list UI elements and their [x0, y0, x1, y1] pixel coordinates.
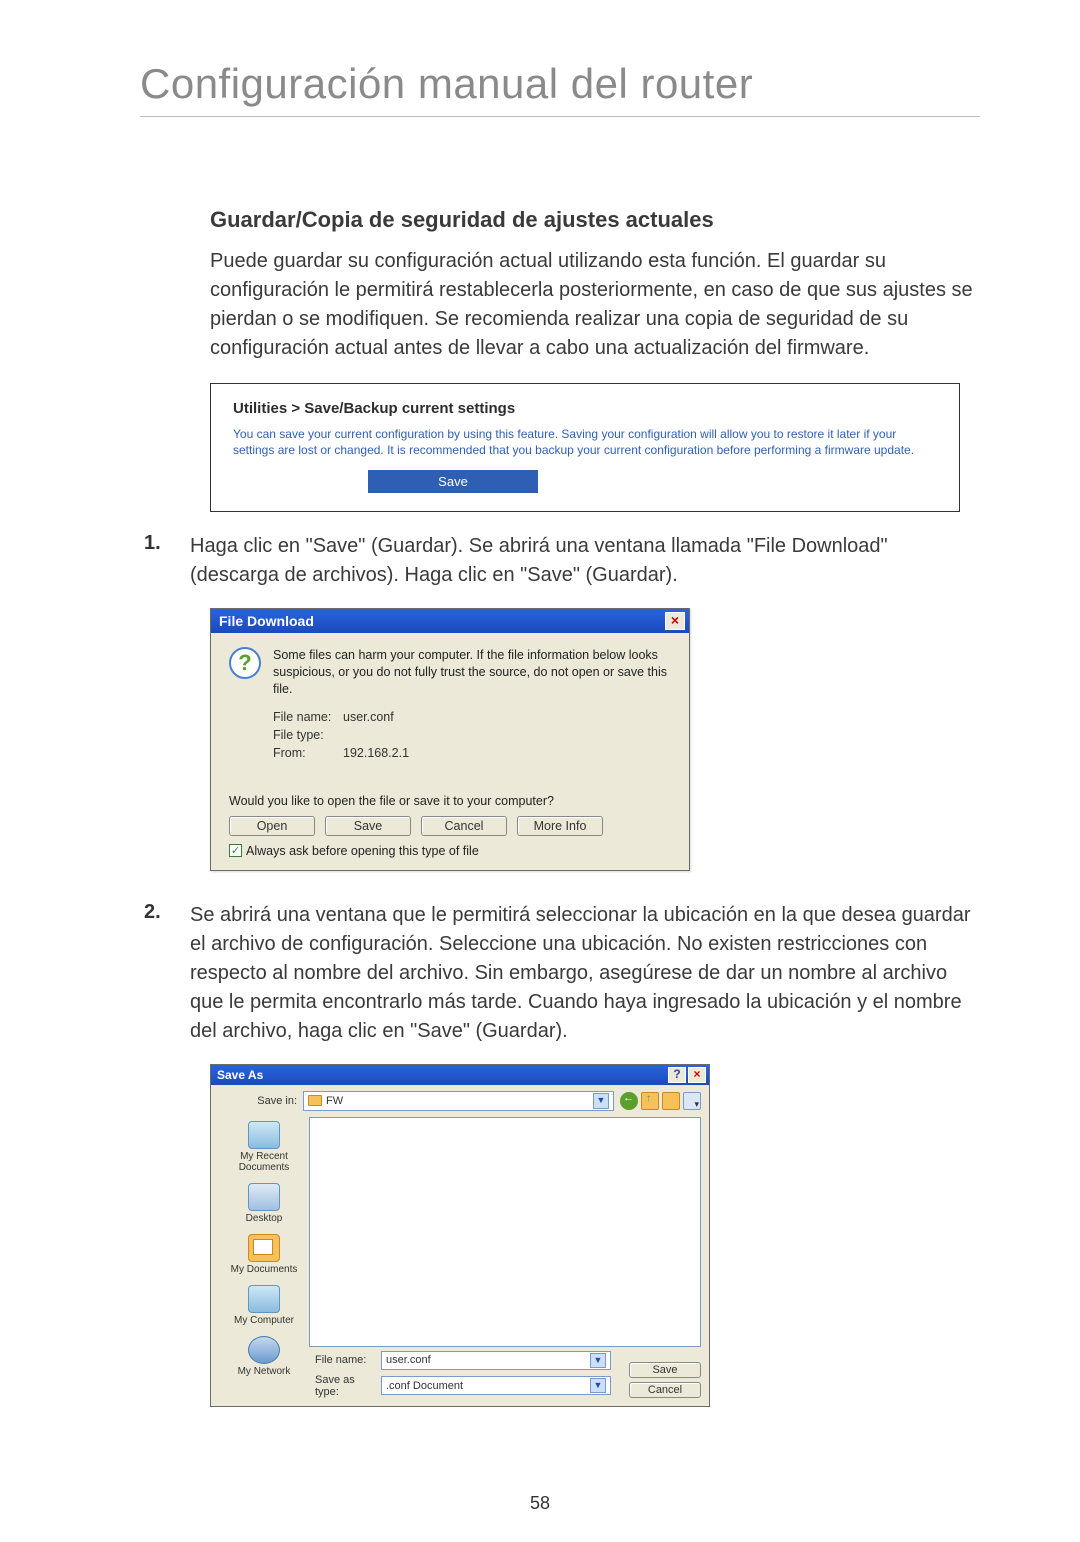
- saveas-type-label: Save as type:: [315, 1374, 377, 1398]
- step-number: 1.: [140, 532, 190, 590]
- cancel-button[interactable]: Cancel: [421, 816, 507, 836]
- page-title: Configuración manual del router: [140, 60, 980, 117]
- more-info-button[interactable]: More Info: [517, 816, 603, 836]
- filename-input[interactable]: user.conf ▼: [381, 1351, 611, 1370]
- places-mynet[interactable]: My Network: [219, 1336, 309, 1377]
- chevron-down-icon[interactable]: ▼: [593, 1093, 609, 1109]
- chevron-down-icon[interactable]: ▼: [590, 1378, 606, 1393]
- breadcrumb: Utilities > Save/Backup current settings: [233, 400, 937, 417]
- help-icon[interactable]: ?: [668, 1067, 686, 1083]
- from-value: 192.168.2.1: [343, 746, 409, 760]
- dialog-titlebar: Save As ? ×: [211, 1065, 709, 1085]
- savein-label: Save in:: [219, 1095, 297, 1107]
- cancel-button[interactable]: Cancel: [629, 1382, 701, 1398]
- dialog-title: File Download: [219, 613, 314, 629]
- close-icon[interactable]: ×: [665, 612, 685, 630]
- save-as-dialog: Save As ? × Save in: FW ▼: [210, 1064, 710, 1407]
- open-button[interactable]: Open: [229, 816, 315, 836]
- filename-label: File name:: [273, 710, 343, 724]
- panel-description: You can save your current configuration …: [233, 427, 937, 458]
- step-1: 1. Haga clic en "Save" (Guardar). Se abr…: [140, 532, 980, 590]
- save-button[interactable]: Save: [368, 470, 538, 493]
- file-download-dialog: File Download × ? Some files can harm yo…: [210, 608, 690, 871]
- from-label: From:: [273, 746, 343, 760]
- my-documents-icon: [248, 1234, 280, 1262]
- up-one-level-icon[interactable]: [641, 1092, 659, 1110]
- places-bar: My Recent Documents Desktop My Documents…: [219, 1117, 309, 1347]
- step-2: 2. Se abrirá una ventana que le permitir…: [140, 901, 980, 1046]
- places-mycomp[interactable]: My Computer: [219, 1285, 309, 1326]
- places-recent[interactable]: My Recent Documents: [219, 1121, 309, 1173]
- utilities-panel-screenshot: Utilities > Save/Backup current settings…: [210, 383, 960, 512]
- view-menu-icon[interactable]: [683, 1092, 701, 1110]
- step-text: Haga clic en "Save" (Guardar). Se abrirá…: [190, 532, 980, 590]
- warning-text: Some files can harm your computer. If th…: [273, 647, 671, 698]
- intro-paragraph: Puede guardar su configuración actual ut…: [210, 247, 980, 363]
- chevron-down-icon[interactable]: ▼: [590, 1353, 606, 1368]
- section-heading: Guardar/Copia de seguridad de ajustes ac…: [210, 207, 980, 233]
- filename-value: user.conf: [343, 710, 394, 724]
- new-folder-icon[interactable]: [662, 1092, 680, 1110]
- dialog-titlebar: File Download ×: [211, 609, 689, 633]
- back-icon[interactable]: [620, 1092, 638, 1110]
- savein-combo[interactable]: FW ▼: [303, 1091, 614, 1111]
- folder-icon: [308, 1095, 322, 1106]
- filename-label: File name:: [315, 1354, 377, 1366]
- filetype-label: File type:: [273, 728, 343, 742]
- checkbox-label: Always ask before opening this type of f…: [246, 844, 479, 858]
- desktop-icon: [248, 1183, 280, 1211]
- save-button[interactable]: Save: [629, 1362, 701, 1378]
- file-list-area[interactable]: [309, 1117, 701, 1347]
- prompt-text: Would you like to open the file or save …: [229, 794, 671, 808]
- page-number: 58: [0, 1493, 1080, 1514]
- close-icon[interactable]: ×: [688, 1067, 706, 1083]
- my-computer-icon: [248, 1285, 280, 1313]
- saveas-type-combo[interactable]: .conf Document ▼: [381, 1376, 611, 1395]
- places-desktop[interactable]: Desktop: [219, 1183, 309, 1224]
- always-ask-checkbox[interactable]: ✓: [229, 844, 242, 857]
- step-number: 2.: [140, 901, 190, 1046]
- dialog-title: Save As: [217, 1068, 263, 1082]
- places-mydocs[interactable]: My Documents: [219, 1234, 309, 1275]
- my-network-icon: [248, 1336, 280, 1364]
- step-text: Se abrirá una ventana que le permitirá s…: [190, 901, 980, 1046]
- question-icon: ?: [229, 647, 261, 679]
- recent-docs-icon: [248, 1121, 280, 1149]
- save-button[interactable]: Save: [325, 816, 411, 836]
- savein-value: FW: [326, 1095, 343, 1107]
